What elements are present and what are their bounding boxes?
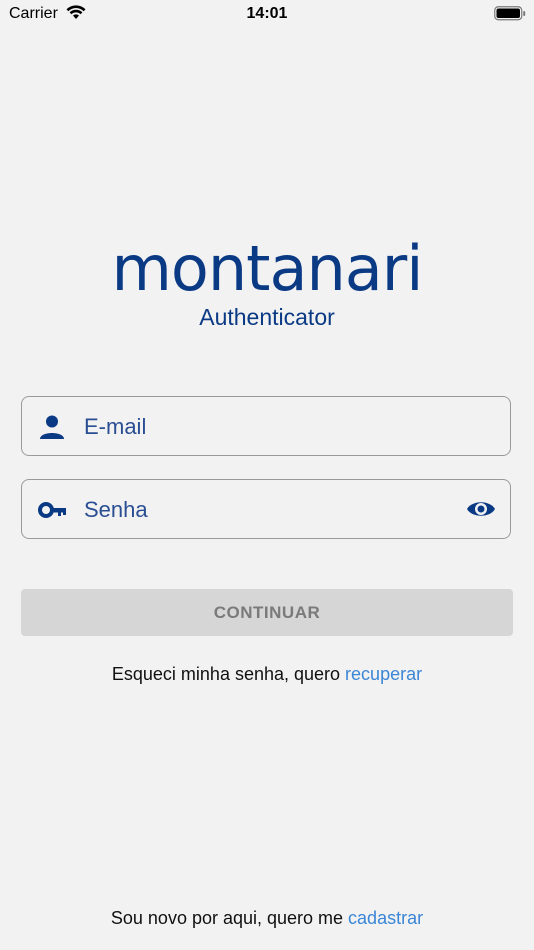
forgot-password-text: Esqueci minha senha, quero	[111, 664, 346, 684]
forgot-password-line: Esqueci minha senha, quero recuperar	[0, 664, 534, 685]
person-icon	[38, 413, 66, 446]
signup-text: Sou novo por aqui, quero me	[110, 908, 349, 928]
app-logo: montanari Authenticator	[0, 238, 534, 331]
eye-icon[interactable]	[466, 497, 496, 526]
key-icon	[38, 496, 68, 529]
status-time: 14:01	[246, 5, 288, 22]
logo-wordmark: montanari	[111, 232, 424, 305]
email-input[interactable]	[82, 407, 456, 447]
battery-icon	[494, 6, 526, 26]
logo-subtitle: Authenticator	[199, 304, 335, 330]
password-input[interactable]	[82, 490, 456, 530]
recover-link[interactable]: recuperar	[345, 664, 422, 684]
email-field-container[interactable]	[21, 396, 511, 456]
signup-line: Sou novo por aqui, quero me cadastrar	[0, 908, 534, 929]
status-bar: Carrier 14:01	[0, 0, 534, 28]
signup-link[interactable]: cadastrar	[348, 908, 423, 928]
continue-button[interactable]: CONTINUAR	[21, 589, 513, 636]
password-field-container[interactable]	[21, 479, 511, 539]
